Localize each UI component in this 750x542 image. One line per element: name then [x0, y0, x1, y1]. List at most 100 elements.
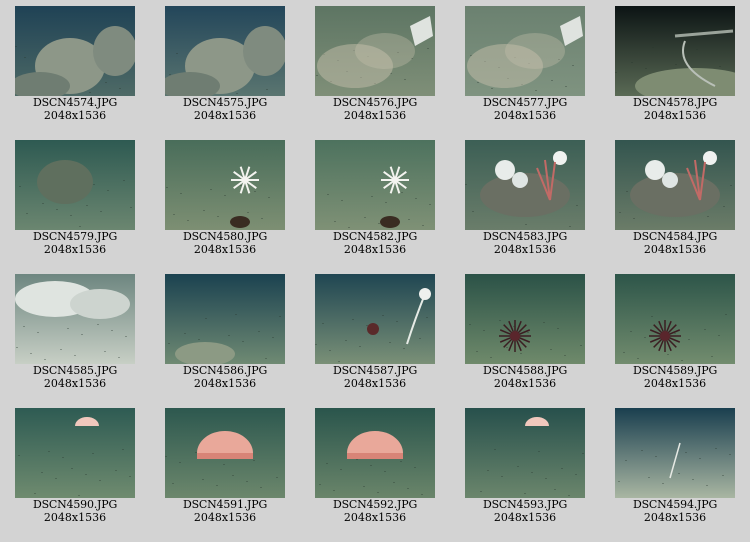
thumbnail-grid: DSCN4574.JPG 2048x1536 DSCN4575.JPG 2048x15… — [0, 0, 750, 542]
seafloor-photo — [615, 140, 735, 230]
thumbnail-cell[interactable]: DSCN4593.JPG 2048x1536 — [450, 402, 600, 536]
dimensions-label: 2048x1536 — [643, 109, 707, 122]
thumbnail-image[interactable] — [15, 408, 135, 498]
thumbnail-cell[interactable]: DSCN4586.JPG 2048x1536 — [150, 268, 300, 402]
seafloor-photo — [315, 408, 435, 498]
thumbnail-image[interactable] — [615, 274, 735, 364]
filename-label[interactable]: DSCN4583.JPG — [450, 230, 600, 243]
thumbnail-cell[interactable]: DSCN4584.JPG 2048x1536 — [600, 134, 750, 268]
thumbnail-image[interactable] — [465, 408, 585, 498]
thumbnail-cell[interactable]: DSCN4590.JPG 2048x1536 — [0, 402, 150, 536]
seafloor-photo — [315, 140, 435, 230]
filename-label[interactable]: DSCN4593.JPG — [450, 498, 600, 511]
dimensions-label: 2048x1536 — [643, 511, 707, 524]
thumbnail-image[interactable] — [315, 274, 435, 364]
thumbnail-cell[interactable]: DSCN4579.JPG 2048x1536 — [0, 134, 150, 268]
thumbnail-image[interactable] — [465, 6, 585, 96]
thumbnail-image[interactable] — [165, 6, 285, 96]
seafloor-photo — [15, 408, 135, 498]
dimensions-label: 2048x1536 — [493, 511, 557, 524]
thumbnail-cell[interactable]: DSCN4582.JPG 2048x1536 — [300, 134, 450, 268]
thumbnail-cell[interactable]: DSCN4589.JPG 2048x1536 — [600, 268, 750, 402]
dimensions-label: 2048x1536 — [193, 511, 257, 524]
thumbnail-image[interactable] — [465, 140, 585, 230]
seafloor-photo — [315, 274, 435, 364]
dimensions-label: 2048x1536 — [43, 377, 107, 390]
dimensions-label: 2048x1536 — [493, 377, 557, 390]
filename-label[interactable]: DSCN4586.JPG — [150, 364, 300, 377]
filename-label[interactable]: DSCN4579.JPG — [0, 230, 150, 243]
thumbnail-image[interactable] — [165, 274, 285, 364]
seafloor-photo — [465, 274, 585, 364]
thumbnail-image[interactable] — [615, 140, 735, 230]
dimensions-label: 2048x1536 — [643, 377, 707, 390]
thumbnail-image[interactable] — [615, 6, 735, 96]
dimensions-label: 2048x1536 — [193, 109, 257, 122]
thumbnail-image[interactable] — [165, 140, 285, 230]
thumbnail-image[interactable] — [165, 408, 285, 498]
dimensions-label: 2048x1536 — [193, 243, 257, 256]
filename-label[interactable]: DSCN4584.JPG — [600, 230, 750, 243]
dimensions-label: 2048x1536 — [193, 377, 257, 390]
filename-label[interactable]: DSCN4575.JPG — [150, 96, 300, 109]
thumbnail-image[interactable] — [315, 6, 435, 96]
seafloor-photo — [315, 6, 435, 96]
thumbnail-cell[interactable]: DSCN4577.JPG 2048x1536 — [450, 0, 600, 134]
thumbnail-image[interactable] — [315, 408, 435, 498]
thumbnail-cell[interactable]: DSCN4591.JPG 2048x1536 — [150, 402, 300, 536]
seafloor-photo — [465, 140, 585, 230]
seafloor-photo — [465, 408, 585, 498]
thumbnail-image[interactable] — [15, 140, 135, 230]
thumbnail-cell[interactable]: DSCN4574.JPG 2048x1536 — [0, 0, 150, 134]
thumbnail-cell[interactable]: DSCN4594.JPG 2048x1536 — [600, 402, 750, 536]
dimensions-label: 2048x1536 — [643, 243, 707, 256]
thumbnail-image[interactable] — [15, 6, 135, 96]
filename-label[interactable]: DSCN4578.JPG — [600, 96, 750, 109]
thumbnail-image[interactable] — [315, 140, 435, 230]
filename-label[interactable]: DSCN4580.JPG — [150, 230, 300, 243]
thumbnail-cell[interactable]: DSCN4576.JPG 2048x1536 — [300, 0, 450, 134]
dimensions-label: 2048x1536 — [343, 511, 407, 524]
filename-label[interactable]: DSCN4577.JPG — [450, 96, 600, 109]
seafloor-photo — [615, 6, 735, 96]
dimensions-label: 2048x1536 — [343, 377, 407, 390]
thumbnail-cell[interactable]: DSCN4592.JPG 2048x1536 — [300, 402, 450, 536]
seafloor-photo — [15, 140, 135, 230]
filename-label[interactable]: DSCN4591.JPG — [150, 498, 300, 511]
dimensions-label: 2048x1536 — [493, 243, 557, 256]
thumbnail-cell[interactable]: DSCN4588.JPG 2048x1536 — [450, 268, 600, 402]
thumbnail-cell[interactable]: DSCN4587.JPG 2048x1536 — [300, 268, 450, 402]
filename-label[interactable]: DSCN4592.JPG — [300, 498, 450, 511]
seafloor-photo — [615, 408, 735, 498]
filename-label[interactable]: DSCN4588.JPG — [450, 364, 600, 377]
dimensions-label: 2048x1536 — [493, 109, 557, 122]
filename-label[interactable]: DSCN4590.JPG — [0, 498, 150, 511]
filename-label[interactable]: DSCN4587.JPG — [300, 364, 450, 377]
thumbnail-image[interactable] — [615, 408, 735, 498]
thumbnail-cell[interactable]: DSCN4575.JPG 2048x1536 — [150, 0, 300, 134]
seafloor-photo — [165, 6, 285, 96]
filename-label[interactable]: DSCN4589.JPG — [600, 364, 750, 377]
thumbnail-cell[interactable]: DSCN4583.JPG 2048x1536 — [450, 134, 600, 268]
seafloor-photo — [165, 140, 285, 230]
dimensions-label: 2048x1536 — [43, 511, 107, 524]
seafloor-photo — [165, 274, 285, 364]
dimensions-label: 2048x1536 — [343, 109, 407, 122]
filename-label[interactable]: DSCN4576.JPG — [300, 96, 450, 109]
seafloor-photo — [465, 6, 585, 96]
dimensions-label: 2048x1536 — [43, 109, 107, 122]
seafloor-photo — [615, 274, 735, 364]
thumbnail-cell[interactable]: DSCN4585.JPG 2048x1536 — [0, 268, 150, 402]
seafloor-photo — [15, 274, 135, 364]
thumbnail-image[interactable] — [465, 274, 585, 364]
dimensions-label: 2048x1536 — [343, 243, 407, 256]
seafloor-photo — [165, 408, 285, 498]
filename-label[interactable]: DSCN4574.JPG — [0, 96, 150, 109]
filename-label[interactable]: DSCN4585.JPG — [0, 364, 150, 377]
thumbnail-cell[interactable]: DSCN4580.JPG 2048x1536 — [150, 134, 300, 268]
thumbnail-cell[interactable]: DSCN4578.JPG 2048x1536 — [600, 0, 750, 134]
filename-label[interactable]: DSCN4594.JPG — [600, 498, 750, 511]
filename-label[interactable]: DSCN4582.JPG — [300, 230, 450, 243]
dimensions-label: 2048x1536 — [43, 243, 107, 256]
thumbnail-image[interactable] — [15, 274, 135, 364]
